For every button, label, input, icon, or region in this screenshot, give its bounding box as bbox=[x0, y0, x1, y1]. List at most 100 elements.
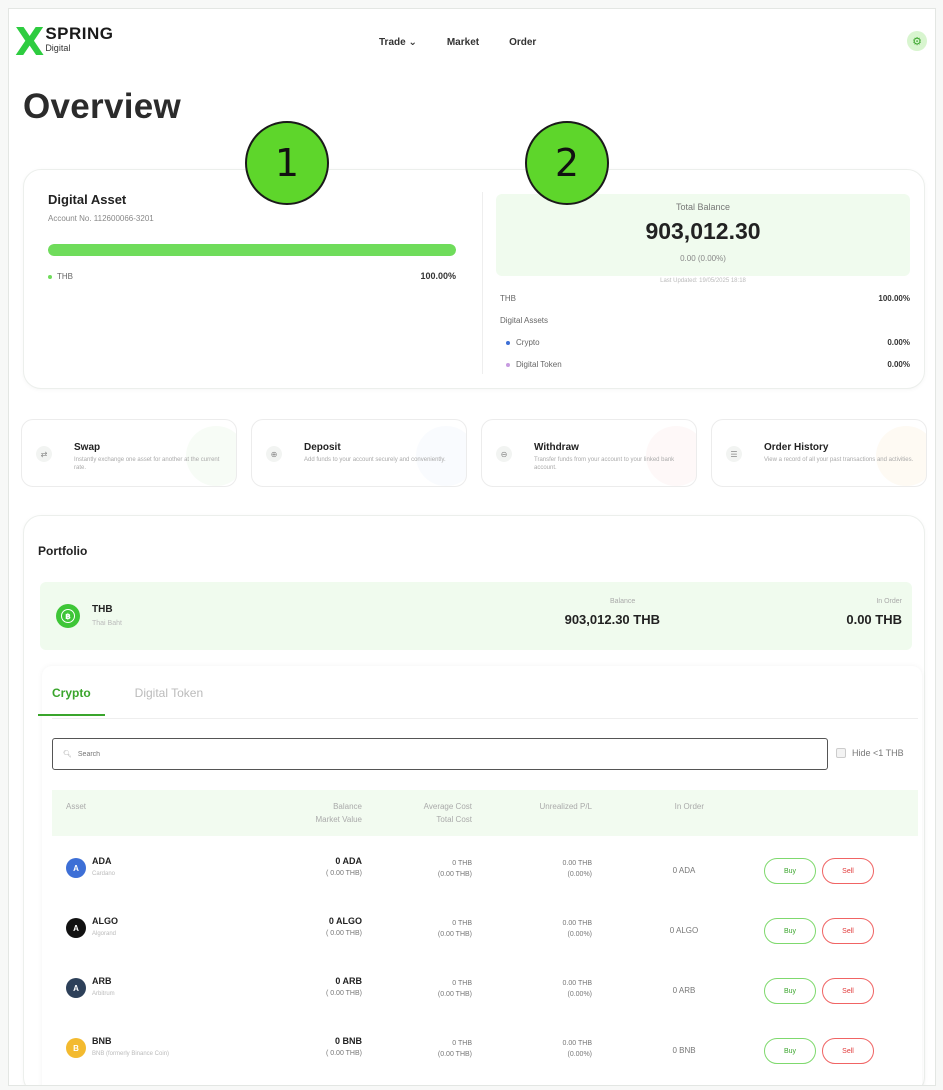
balance-value: 0 ARB bbox=[335, 976, 362, 986]
last-updated: Last Updated: 19/05/2025 18:18 bbox=[660, 278, 746, 284]
pnl-percent: (0.00%) bbox=[567, 1051, 592, 1058]
arb-coin-icon: A bbox=[66, 978, 86, 998]
baht-icon: ฿ bbox=[56, 604, 80, 628]
col-total-cost: Total Cost bbox=[436, 815, 472, 824]
buy-button[interactable]: Buy bbox=[764, 858, 816, 884]
action-title: Withdraw bbox=[534, 442, 579, 453]
swap-card[interactable]: ⇄ Swap Instantly exchange one asset for … bbox=[21, 419, 237, 487]
legend-percent: 100.00% bbox=[420, 271, 456, 281]
thb-balance-row: ฿ THB Thai Baht Balance 903,012.30 THB I… bbox=[40, 582, 912, 650]
buy-button[interactable]: Buy bbox=[764, 918, 816, 944]
settings-button[interactable]: ⚙ bbox=[907, 31, 927, 51]
table-row: A ALGO Algorand 0 ALGO ( 0.00 THB) 0 THB… bbox=[52, 906, 918, 966]
top-header: X SPRING Digital Trade ⌄ Market Order ⚙ bbox=[9, 9, 935, 79]
sell-button[interactable]: Sell bbox=[822, 1038, 874, 1064]
balance-row-digital-assets: Digital Assets bbox=[500, 316, 910, 325]
coin-code: ALGO bbox=[92, 916, 118, 926]
sell-button[interactable]: Sell bbox=[822, 858, 874, 884]
balance-cell: 0 ALGO ( 0.00 THB) bbox=[282, 916, 362, 939]
col-market-value: Market Value bbox=[315, 815, 362, 824]
token-dot bbox=[506, 362, 510, 367]
deposit-icon: ⊕ bbox=[266, 446, 282, 462]
nav-market[interactable]: Market bbox=[447, 37, 479, 48]
portfolio-card: Portfolio ฿ THB Thai Baht Balance 903,01… bbox=[23, 515, 925, 1085]
coin-code: ADA bbox=[92, 856, 112, 866]
app-window: X SPRING Digital Trade ⌄ Market Order ⚙ … bbox=[8, 8, 936, 1086]
market-value: ( 0.00 THB) bbox=[325, 1050, 362, 1057]
deposit-card[interactable]: ⊕ Deposit Add funds to your account secu… bbox=[251, 419, 467, 487]
balance-value: 0 BNB bbox=[334, 1036, 362, 1046]
total-balance-box: Total Balance 903,012.30 0.00 (0.00%) bbox=[496, 194, 910, 276]
pnl-percent: (0.00%) bbox=[567, 991, 592, 998]
pnl-value: 0.00 THB bbox=[562, 920, 592, 927]
action-desc: Instantly exchange one asset for another… bbox=[74, 457, 220, 471]
logo-mark: X bbox=[15, 20, 45, 64]
balance-value: 0 ALGO bbox=[328, 916, 362, 926]
cost-cell: 0 THB (0.00 THB) bbox=[392, 918, 472, 940]
search-input[interactable] bbox=[77, 750, 778, 758]
tab-digital-token[interactable]: Digital Token bbox=[135, 686, 203, 716]
pnl-value: 0.00 THB bbox=[562, 980, 592, 987]
main-nav: Trade ⌄ Market Order bbox=[379, 37, 536, 48]
page-title: Overview bbox=[23, 87, 182, 126]
hide-small-checkbox[interactable] bbox=[836, 748, 846, 758]
pnl-cell: 0.00 THB (0.00%) bbox=[502, 1038, 592, 1060]
thb-balance-value: 903,012.30 THB bbox=[564, 612, 660, 627]
total-cost: (0.00 THB) bbox=[437, 931, 472, 938]
nav-order[interactable]: Order bbox=[509, 37, 536, 48]
sell-button[interactable]: Sell bbox=[822, 918, 874, 944]
withdraw-icon: ⊖ bbox=[496, 446, 512, 462]
swap-icon: ⇄ bbox=[36, 446, 52, 462]
avg-cost: 0 THB bbox=[452, 1040, 472, 1047]
buy-button[interactable]: Buy bbox=[764, 978, 816, 1004]
portfolio-title: Portfolio bbox=[38, 544, 88, 558]
action-title: Order History bbox=[764, 442, 829, 453]
pnl-cell: 0.00 THB (0.00%) bbox=[502, 918, 592, 940]
col-balance: Balance bbox=[333, 802, 362, 811]
pnl-percent: (0.00%) bbox=[567, 931, 592, 938]
buy-button[interactable]: Buy bbox=[764, 1038, 816, 1064]
allocation-bar bbox=[48, 244, 456, 256]
hide-small-toggle[interactable]: Hide <1 THB bbox=[836, 748, 904, 758]
coin-name: Algorand bbox=[92, 931, 117, 937]
asset-panel: Crypto Digital Token 🔍︎ Hide <1 THB Asse… bbox=[38, 666, 922, 1085]
total-balance-value: 903,012.30 bbox=[645, 218, 761, 244]
thb-code: THB bbox=[92, 604, 113, 615]
legend-label: THB bbox=[57, 272, 73, 281]
pnl-percent: (0.00%) bbox=[567, 871, 592, 878]
algo-coin-icon: A bbox=[66, 918, 86, 938]
row-percent: 0.00% bbox=[887, 338, 910, 347]
card-divider bbox=[482, 192, 483, 374]
cost-cell: 0 THB (0.00 THB) bbox=[392, 858, 472, 880]
action-title: Deposit bbox=[304, 442, 341, 453]
coin-name: Arbitrum bbox=[92, 991, 115, 997]
withdraw-card[interactable]: ⊖ Withdraw Transfer funds from your acco… bbox=[481, 419, 697, 487]
coin-name: Cardano bbox=[92, 871, 116, 877]
pnl-value: 0.00 THB bbox=[562, 860, 592, 867]
tab-crypto[interactable]: Crypto bbox=[38, 686, 105, 716]
cost-cell: 0 THB (0.00 THB) bbox=[392, 1038, 472, 1060]
col-avg-cost: Average Cost bbox=[423, 802, 472, 811]
col-asset: Asset bbox=[66, 802, 87, 811]
search-icon: 🔍︎ bbox=[63, 751, 72, 758]
legend-dot bbox=[48, 274, 52, 279]
col-pnl: Unrealized P/L bbox=[539, 802, 592, 811]
order-history-card[interactable]: ☰ Order History View a record of all you… bbox=[711, 419, 927, 487]
coin-name: BNB (formerly Binance Coin) bbox=[92, 1051, 170, 1057]
coin-code: BNB bbox=[92, 1036, 112, 1046]
nav-trade[interactable]: Trade ⌄ bbox=[379, 37, 417, 48]
pnl-cell: 0.00 THB (0.00%) bbox=[502, 978, 592, 1000]
thb-in-order-label: In Order bbox=[876, 598, 902, 605]
allocation-bar-fill bbox=[48, 244, 456, 256]
total-cost: (0.00 THB) bbox=[437, 871, 472, 878]
row-label: Digital Assets bbox=[500, 316, 549, 325]
thb-name: Thai Baht bbox=[92, 620, 122, 627]
sell-button[interactable]: Sell bbox=[822, 978, 874, 1004]
row-label: THB bbox=[500, 294, 516, 303]
row-percent: 100.00% bbox=[878, 294, 910, 303]
cost-cell: 0 THB (0.00 THB) bbox=[392, 978, 472, 1000]
in-order-cell: 0 BNB bbox=[672, 1046, 696, 1055]
brand-logo[interactable]: X SPRING Digital bbox=[15, 20, 114, 64]
thb-in-order-value: 0.00 THB bbox=[846, 612, 902, 627]
row-percent: 0.00% bbox=[887, 360, 910, 369]
